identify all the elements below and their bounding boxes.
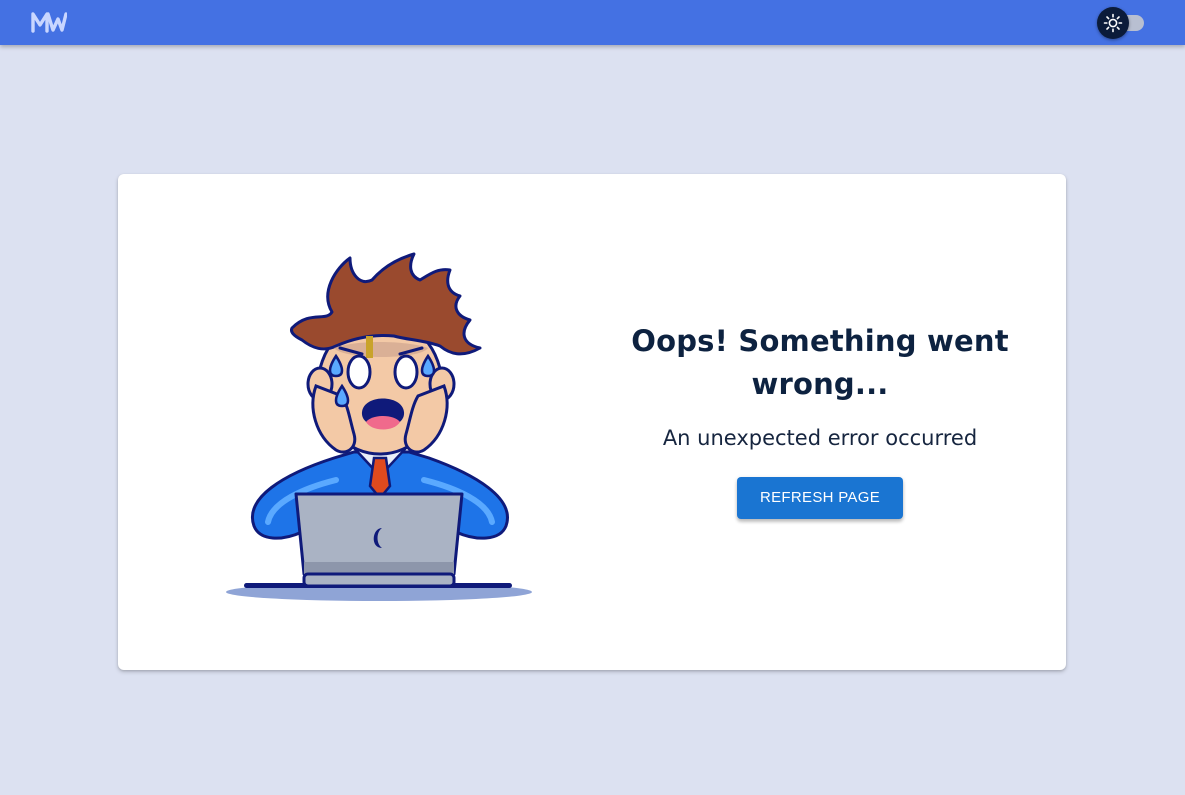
error-message-panel: Oops! Something went wrong... An unexpec… bbox=[628, 320, 1012, 519]
refresh-page-button[interactable]: REFRESH PAGE bbox=[737, 477, 903, 519]
sun-icon bbox=[1103, 13, 1123, 33]
error-title: Oops! Something went wrong... bbox=[631, 324, 1009, 401]
top-app-bar bbox=[0, 0, 1185, 45]
error-description: An unexpected error occurred bbox=[662, 426, 978, 450]
stressed-man-laptop-illustration bbox=[226, 252, 532, 601]
theme-toggle-switch[interactable] bbox=[1096, 6, 1148, 39]
mw-logo-icon[interactable] bbox=[31, 11, 67, 33]
error-card: Oops! Something went wrong... An unexpec… bbox=[118, 174, 1066, 670]
toggle-thumb bbox=[1097, 7, 1129, 39]
